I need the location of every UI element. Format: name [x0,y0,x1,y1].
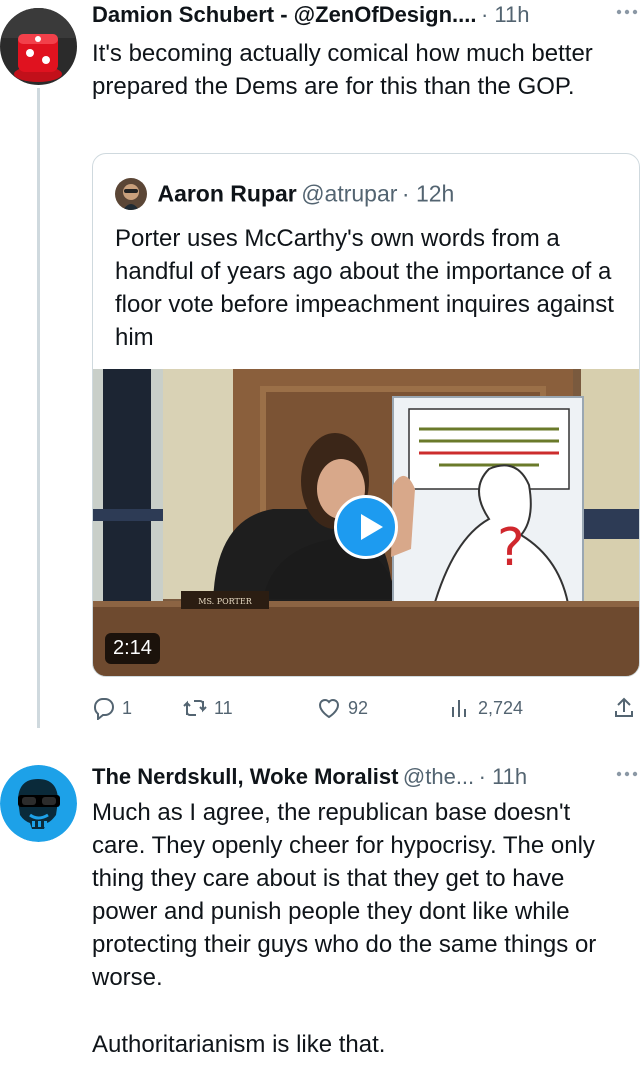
share-button[interactable] [612,688,640,728]
tweet-text: Much as I agree, the republican base doe… [92,796,630,1061]
share-icon [612,696,640,720]
views-icon [450,696,478,720]
retweet-button[interactable]: 11 [182,688,233,728]
tweet-paragraph: Much as I agree, the republican base doe… [92,799,597,991]
video-player[interactable]: ? MS. PORTER 2:14 [93,369,639,676]
retweet-count: 11 [214,697,233,718]
thread-connector-line [37,88,40,728]
action-bar: 1 11 92 2,724 [92,688,640,728]
tweet-paragraph: It's becoming actually comical how much … [92,40,593,100]
quoted-tweet[interactable]: Aaron Rupar @atrupar · 12h Porter uses M… [92,153,640,677]
like-icon [316,696,348,720]
quoted-author-name: Aaron Rupar [157,180,297,207]
more-icon[interactable] [616,2,638,20]
tweet-paragraph: Authoritarianism is like that. [92,1031,386,1058]
quoted-tweet-text: Porter uses McCarthy's own words from a … [115,225,614,351]
like-count: 92 [348,697,369,718]
avatar[interactable] [0,765,77,842]
reply-icon [92,696,122,720]
author-name[interactable]: The Nerdskull, Woke Moralist [92,764,398,789]
separator-dot: · [480,2,495,27]
tweet-text: It's becoming actually comical how much … [92,37,630,103]
poster-question-mark: ? [497,518,525,578]
separator-dot: · [401,180,416,207]
tweet-header: Damion Schubert - @ZenOfDesign.... · 11h [92,2,640,32]
video-duration: 2:14 [105,633,160,664]
reply-button[interactable]: 1 [92,688,132,728]
separator-dot: · [478,764,493,789]
quoted-avatar [115,178,147,210]
reply-count: 1 [122,697,133,718]
views-button[interactable]: 2,724 [450,688,523,728]
timestamp[interactable]: 11h [494,2,529,27]
author-handle[interactable]: @the... [403,764,474,789]
quoted-timestamp: 12h [415,180,455,207]
views-count: 2,724 [478,697,524,718]
video-nameplate: MS. PORTER [198,597,252,606]
quoted-author-handle: @atrupar [301,180,398,207]
retweet-icon [182,696,214,720]
author-name[interactable]: Damion Schubert - @ZenOfDesign.... [92,2,476,27]
play-icon[interactable] [334,495,398,559]
timestamp[interactable]: 11h [492,764,527,789]
quoted-tweet-header: Aaron Rupar @atrupar · 12h [115,178,454,212]
tweet-header: The Nerdskull, Woke Moralist @the... · 1… [92,764,640,794]
like-button[interactable]: 92 [316,688,368,728]
more-icon[interactable] [616,764,638,782]
avatar[interactable] [0,8,77,85]
